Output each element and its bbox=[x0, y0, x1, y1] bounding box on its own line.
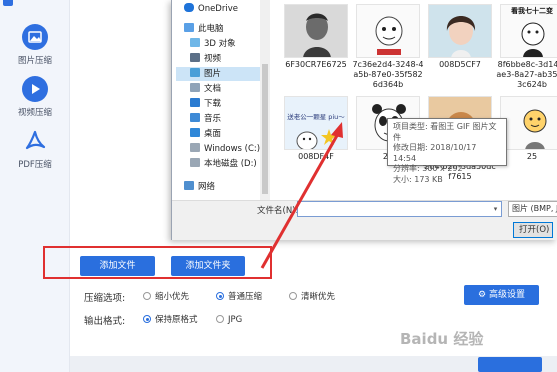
radio-shrink-first[interactable]: 缩小优先 bbox=[143, 291, 189, 303]
radio-circle bbox=[143, 292, 151, 300]
compress-options-label: 压缩选项: bbox=[84, 293, 126, 304]
radio-normal-compress[interactable]: 普通压缩 bbox=[216, 291, 262, 303]
watermark: Baidu 经验 bbox=[400, 330, 484, 348]
radio-keep-format[interactable]: 保持原格式 bbox=[143, 314, 198, 326]
advanced-settings-button[interactable]: ⚙ 高级设置 bbox=[464, 285, 539, 305]
gear-icon: ⚙ bbox=[478, 290, 487, 300]
radio-circle bbox=[216, 315, 224, 323]
radio-clarity-first[interactable]: 清晰优先 bbox=[289, 291, 335, 303]
radio-circle bbox=[216, 292, 224, 300]
radio-jpg[interactable]: JPG bbox=[216, 314, 242, 326]
start-compress-button[interactable] bbox=[478, 357, 542, 372]
output-format-label: 输出格式: bbox=[84, 316, 126, 327]
radio-circle bbox=[143, 315, 151, 323]
radio-circle bbox=[289, 292, 297, 300]
